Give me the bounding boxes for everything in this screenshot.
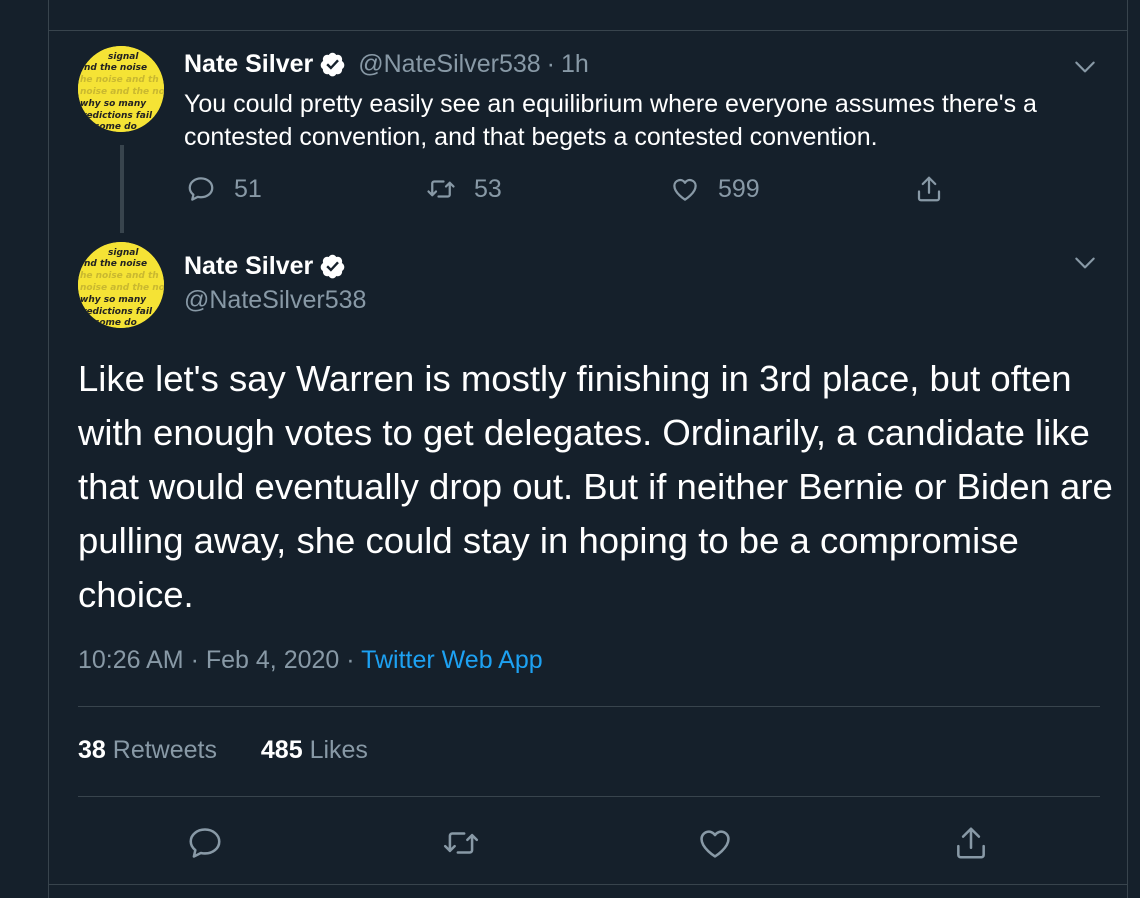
reply-button[interactable] xyxy=(186,824,224,862)
divider xyxy=(48,884,1128,885)
svg-text:signal: signal xyxy=(108,52,139,62)
main-tweet-header: Nate Silver xyxy=(184,252,346,281)
tweet-source-link[interactable]: Twitter Web App xyxy=(361,646,543,674)
author-name[interactable]: Nate Silver xyxy=(184,252,313,281)
divider xyxy=(78,796,1100,797)
retweet-count: 53 xyxy=(474,174,502,203)
separator: · xyxy=(346,646,355,674)
author-handle[interactable]: @NateSilver538 xyxy=(358,50,540,79)
tweet-time[interactable]: 1h xyxy=(561,50,589,79)
svg-text:why so many: why so many xyxy=(80,99,147,109)
avatar-image: signal nd the noise he noise and th nois… xyxy=(78,242,164,328)
separator: · xyxy=(190,646,199,674)
divider xyxy=(48,30,1128,31)
likes-label: Likes xyxy=(309,736,368,764)
avatar[interactable]: signal nd the noise he noise and th nois… xyxy=(78,242,164,328)
svg-text:redictions fail: redictions fail xyxy=(82,307,153,317)
svg-text:he noise and th: he noise and th xyxy=(80,271,159,281)
retweet-button[interactable]: 53 xyxy=(426,174,502,204)
like-count: 599 xyxy=(718,174,760,203)
like-icon xyxy=(673,178,697,201)
svg-text:redictions fail: redictions fail xyxy=(82,111,153,121)
svg-text:he noise and th: he noise and th xyxy=(80,75,159,85)
verified-badge-icon xyxy=(319,253,346,280)
svg-text:nd the noise: nd the noise xyxy=(84,259,147,269)
main-tweet-text: Like let's say Warren is mostly finishin… xyxy=(78,358,1113,615)
chevron-down-icon[interactable] xyxy=(1072,250,1098,276)
parent-tweet-header: Nate Silver @NateSilver538 · 1h xyxy=(184,50,589,79)
share-icon xyxy=(917,176,941,202)
svg-text:nd the noise: nd the noise xyxy=(84,63,147,73)
retweets-count: 38 xyxy=(78,736,106,764)
tweet-metadata: 10:26 AM · Feb 4, 2020 · Twitter Web App xyxy=(78,646,543,675)
like-button[interactable]: 599 xyxy=(670,174,760,204)
share-icon xyxy=(957,827,985,859)
thread-connector xyxy=(120,145,124,233)
reply-icon xyxy=(188,177,214,201)
retweet-icon xyxy=(427,180,455,198)
divider xyxy=(78,706,1100,707)
tweet-stats: 38 Retweets 485 Likes xyxy=(78,736,368,765)
author-handle[interactable]: @NateSilver538 xyxy=(184,286,366,315)
like-button[interactable] xyxy=(696,824,734,862)
reply-count: 51 xyxy=(234,174,262,203)
tweet-date[interactable]: Feb 4, 2020 xyxy=(206,646,339,674)
chevron-down-icon[interactable] xyxy=(1072,54,1098,80)
author-name[interactable]: Nate Silver xyxy=(184,50,313,79)
svg-text:noise and the no: noise and the no xyxy=(80,283,164,293)
tweet-time[interactable]: 10:26 AM xyxy=(78,646,184,674)
retweets-stat[interactable]: 38 Retweets xyxy=(78,736,217,764)
svg-text:signal: signal xyxy=(108,248,139,258)
separator: · xyxy=(546,50,555,78)
parent-tweet-text: You could pretty easily see an equilibri… xyxy=(184,90,1037,151)
reply-button[interactable]: 51 xyxy=(186,174,262,204)
retweets-label: Retweets xyxy=(112,736,217,764)
avatar-image: signal nd the noise he noise and th nois… xyxy=(78,46,164,132)
like-icon xyxy=(700,830,730,858)
likes-count: 485 xyxy=(260,736,303,764)
svg-text:noise and the no: noise and the no xyxy=(80,87,164,97)
reply-icon xyxy=(189,828,221,858)
retweet-button[interactable] xyxy=(442,824,480,862)
svg-text:why so many: why so many xyxy=(80,295,147,305)
retweet-icon xyxy=(443,832,479,854)
likes-stat[interactable]: 485 Likes xyxy=(261,736,368,764)
share-button[interactable] xyxy=(952,824,990,862)
share-button[interactable] xyxy=(914,174,944,204)
verified-badge-icon xyxy=(319,51,346,78)
avatar[interactable]: signal nd the noise he noise and th nois… xyxy=(78,46,164,132)
